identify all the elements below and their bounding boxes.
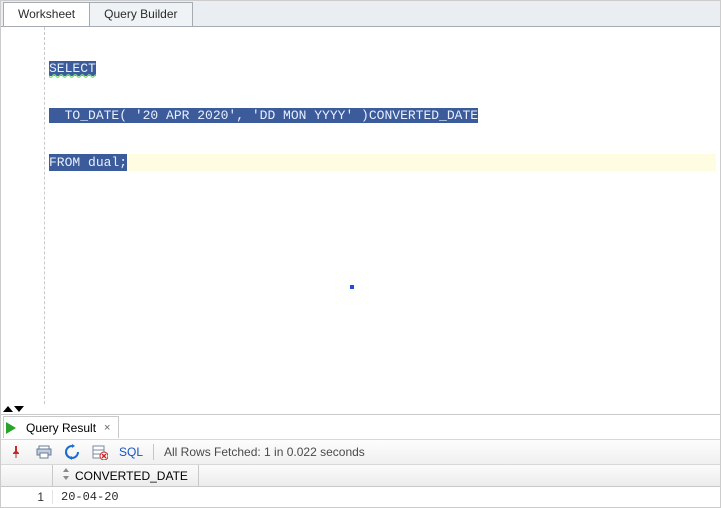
result-toolbar: SQL All Rows Fetched: 1 in 0.022 seconds [1, 439, 720, 465]
toolbar-separator [153, 444, 154, 460]
pane-splitter[interactable] [1, 404, 720, 414]
code-keyword-select: SELECT [49, 61, 96, 76]
line-number-gutter [1, 27, 45, 404]
sql-button[interactable]: SQL [119, 445, 143, 459]
code-line-2: TO_DATE( '20 APR 2020', 'DD MON YYYY' )C… [49, 108, 478, 123]
splitter-up-icon [3, 406, 13, 412]
grid-header: CONVERTED_DATE [1, 465, 720, 487]
code-line-3: FROM dual; [49, 154, 127, 171]
editor-tabs: Worksheet Query Builder [1, 1, 720, 27]
printer-icon[interactable] [35, 443, 53, 461]
cell-converted-date[interactable]: 20-04-20 [53, 490, 127, 504]
result-grid[interactable]: CONVERTED_DATE 1 20-04-20 [1, 465, 720, 507]
row-number: 1 [1, 490, 53, 504]
play-icon [6, 422, 16, 434]
column-header-label: CONVERTED_DATE [75, 469, 188, 483]
refresh-icon[interactable] [63, 443, 81, 461]
table-row[interactable]: 1 20-04-20 [1, 487, 720, 507]
sort-icon [61, 468, 71, 483]
query-result-tab[interactable]: Query Result × [3, 416, 119, 438]
close-icon[interactable]: × [102, 422, 112, 434]
cursor-dot [350, 285, 354, 289]
splitter-down-icon [14, 406, 24, 412]
tab-query-builder[interactable]: Query Builder [89, 2, 192, 26]
column-header-converted-date[interactable]: CONVERTED_DATE [53, 465, 199, 486]
row-number-header [1, 465, 53, 486]
query-result-label: Query Result [26, 421, 96, 435]
delete-row-icon[interactable] [91, 443, 109, 461]
pin-icon[interactable] [7, 443, 25, 461]
fetch-status: All Rows Fetched: 1 in 0.022 seconds [164, 445, 365, 459]
sql-editor[interactable]: SELECT TO_DATE( '20 APR 2020', 'DD MON Y… [45, 27, 720, 404]
tab-worksheet[interactable]: Worksheet [3, 2, 90, 26]
